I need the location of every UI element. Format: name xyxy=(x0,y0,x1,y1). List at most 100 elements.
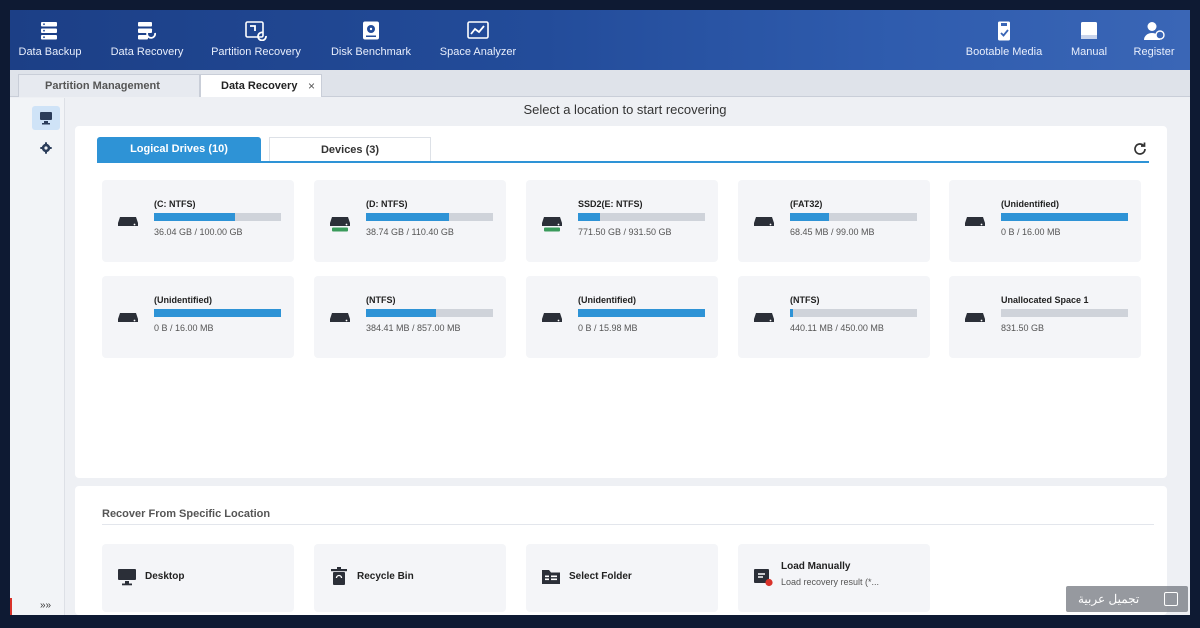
drive-size: 771.50 GB / 931.50 GB xyxy=(578,227,672,237)
usage-bar xyxy=(366,309,493,317)
desktop-icon xyxy=(118,569,136,586)
drive-card[interactable]: (Unidentified) 0 B / 16.00 MB xyxy=(949,180,1141,262)
location-select-folder[interactable]: Select Folder xyxy=(526,544,718,612)
drive-icon xyxy=(754,217,774,226)
drive-icon xyxy=(965,313,985,322)
tab-logical-drives[interactable]: Logical Drives (10) xyxy=(97,137,261,161)
drive-icon xyxy=(118,217,138,226)
app-window: Data Backup Data Recovery Partition Reco… xyxy=(10,10,1190,615)
sidebar-item-settings[interactable] xyxy=(32,136,60,160)
usage-bar-fill xyxy=(366,213,449,221)
specific-location-panel: Recover From Specific Location Desktop R… xyxy=(75,486,1167,615)
usage-bar xyxy=(790,213,917,221)
gear-icon xyxy=(40,142,52,154)
usage-bar xyxy=(1001,213,1128,221)
drive-name: (C: NTFS) xyxy=(154,199,196,209)
drive-card[interactable]: (C: NTFS) 36.04 GB / 100.00 GB xyxy=(102,180,294,262)
location-recycle-bin[interactable]: Recycle Bin xyxy=(314,544,506,612)
drive-card[interactable]: (NTFS) 440.11 MB / 450.00 MB xyxy=(738,276,930,358)
manual-icon xyxy=(1081,22,1097,39)
refresh-icon[interactable] xyxy=(1131,140,1149,158)
sidebar-item-recovery[interactable] xyxy=(32,106,60,130)
space-analyzer-button[interactable]: Space Analyzer xyxy=(434,10,522,70)
usage-bar-fill xyxy=(154,309,281,317)
folder-icon xyxy=(542,570,560,584)
drive-name: (NTFS) xyxy=(366,295,396,305)
register-button[interactable]: Register xyxy=(1126,10,1182,70)
usage-bar xyxy=(790,309,917,317)
space-analyzer-icon xyxy=(467,21,489,39)
drive-size: 440.11 MB / 450.00 MB xyxy=(790,323,884,333)
data-recovery-icon xyxy=(138,22,156,40)
tab-devices[interactable]: Devices (3) xyxy=(269,137,431,161)
disk-benchmark-icon xyxy=(363,21,379,40)
close-tab-icon[interactable]: × xyxy=(308,75,315,97)
drive-size: 36.04 GB / 100.00 GB xyxy=(154,227,243,237)
usage-bar xyxy=(578,213,705,221)
data-recovery-button[interactable]: Data Recovery xyxy=(102,10,192,70)
divider xyxy=(102,524,1154,525)
drive-card[interactable]: SSD2(E: NTFS) 771.50 GB / 931.50 GB xyxy=(526,180,718,262)
partition-recovery-button[interactable]: Partition Recovery xyxy=(206,10,306,70)
usage-bar-fill xyxy=(578,213,600,221)
location-desktop[interactable]: Desktop xyxy=(102,544,294,612)
section-title: Recover From Specific Location xyxy=(102,508,271,520)
manual-button[interactable]: Manual xyxy=(1064,10,1114,70)
tab-data-recovery[interactable]: Data Recovery × xyxy=(200,74,322,97)
drive-card[interactable]: (Unidentified) 0 B / 16.00 MB xyxy=(102,276,294,358)
usage-bar xyxy=(366,213,493,221)
drive-name: (NTFS) xyxy=(790,295,820,305)
drive-card[interactable]: (D: NTFS) 38.74 GB / 110.40 GB xyxy=(314,180,506,262)
drive-size: 384.41 MB / 857.00 MB xyxy=(366,323,461,333)
usage-bar xyxy=(578,309,705,317)
drive-size: 38.74 GB / 110.40 GB xyxy=(366,227,454,237)
ssd-drive-icon xyxy=(542,217,562,232)
disk-benchmark-button[interactable]: Disk Benchmark xyxy=(326,10,416,70)
drive-card[interactable]: (NTFS) 384.41 MB / 857.00 MB xyxy=(314,276,506,358)
tab-partition-management[interactable]: Partition Management xyxy=(18,74,200,97)
expand-sidebar-icon[interactable]: »» xyxy=(40,600,51,611)
usage-bar-fill xyxy=(154,213,236,221)
recycle-bin-icon xyxy=(331,567,347,585)
drive-name: SSD2(E: NTFS) xyxy=(578,199,643,209)
usage-bar-fill xyxy=(790,213,830,221)
drive-name: Unallocated Space 1 xyxy=(1001,295,1089,305)
usage-bar-fill xyxy=(578,309,705,317)
drive-name: (Unidentified) xyxy=(1001,199,1059,209)
location-load-manually[interactable]: Load Manually Load recovery result (*... xyxy=(738,544,930,612)
drive-card[interactable]: Unallocated Space 1 831.50 GB xyxy=(949,276,1141,358)
bootable-media-button[interactable]: Bootable Media xyxy=(956,10,1052,70)
usage-bar-fill xyxy=(366,309,436,317)
ssd-drive-icon xyxy=(330,217,350,232)
drive-icon xyxy=(330,313,350,322)
drive-card[interactable]: (FAT32) 68.45 MB / 99.00 MB xyxy=(738,180,930,262)
drive-size: 0 B / 15.98 MB xyxy=(578,323,638,333)
document-tabbar: Partition Management Data Recovery × xyxy=(10,70,1190,97)
usage-bar xyxy=(1001,309,1128,317)
drive-size: 0 B / 16.00 MB xyxy=(1001,227,1061,237)
drive-card[interactable]: (Unidentified) 0 B / 15.98 MB xyxy=(526,276,718,358)
drive-icon xyxy=(542,313,562,322)
drive-name: (Unidentified) xyxy=(578,295,636,305)
drive-icon xyxy=(118,313,138,322)
usage-bar xyxy=(154,213,281,221)
usage-bar-fill xyxy=(1001,213,1128,221)
monitor-icon xyxy=(40,112,52,125)
usage-bar xyxy=(154,309,281,317)
load-manually-icon xyxy=(754,569,773,587)
watermark-logo-icon xyxy=(1164,592,1178,606)
drives-panel: Logical Drives (10) Devices (3) (C: NTFS… xyxy=(75,126,1167,478)
drive-name: (Unidentified) xyxy=(154,295,212,305)
data-backup-button[interactable]: Data Backup xyxy=(10,10,90,70)
partition-recovery-icon xyxy=(245,21,267,41)
drive-size: 831.50 GB xyxy=(1001,323,1045,333)
accent-stripe xyxy=(10,598,12,615)
page-title: Select a location to start recovering xyxy=(523,102,727,117)
tab-underline xyxy=(97,161,1149,163)
data-backup-icon xyxy=(41,22,57,40)
register-icon xyxy=(1144,22,1165,40)
watermark: تجميل عربية xyxy=(1066,586,1188,612)
drive-name: (D: NTFS) xyxy=(366,199,408,209)
bootable-media-icon xyxy=(998,21,1010,41)
drive-icon xyxy=(965,217,985,226)
